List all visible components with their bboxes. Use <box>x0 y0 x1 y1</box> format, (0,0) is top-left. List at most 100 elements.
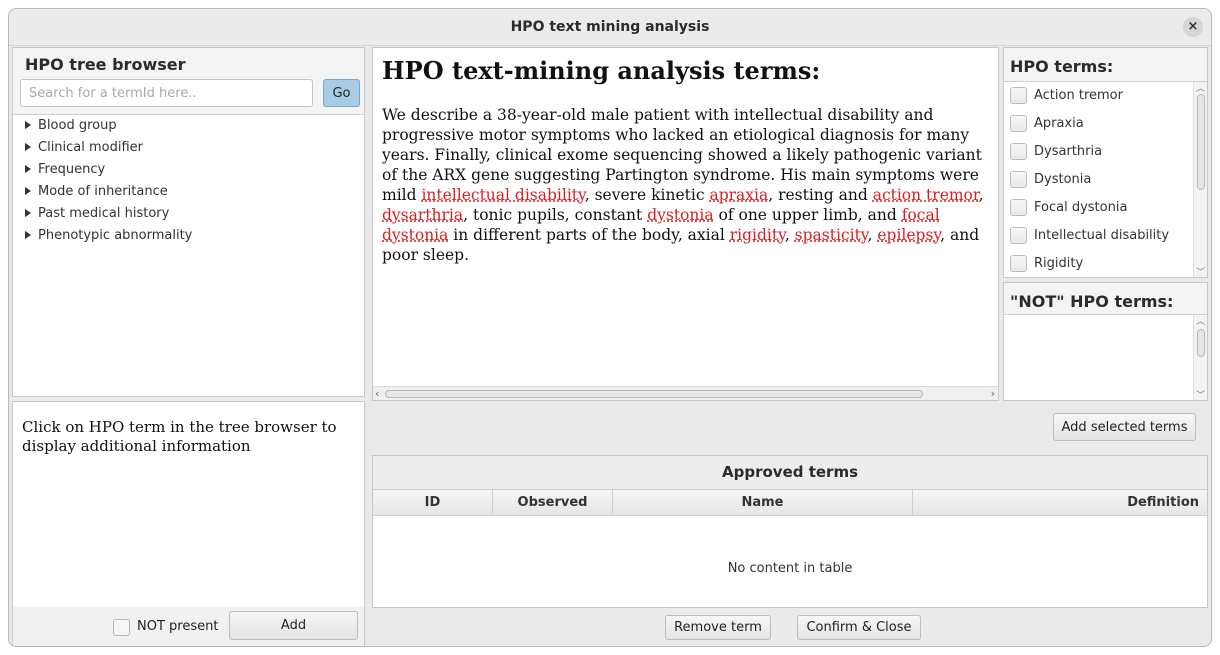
tree-list: Blood group Clinical modifier Frequency … <box>13 114 364 396</box>
term-label: Action tremor <box>1034 88 1123 103</box>
term-info-text: Click on HPO term in the tree browser to… <box>22 418 337 455</box>
scroll-down-icon[interactable]: ﹀ <box>1196 265 1205 277</box>
text-segment: , severe kinetic <box>584 186 710 204</box>
scroll-thumb[interactable] <box>1197 329 1205 357</box>
add-button[interactable]: Add <box>229 611 358 640</box>
table-header: ID Observed Name Definition <box>373 489 1207 516</box>
list-item[interactable]: Dystonia <box>1004 166 1207 194</box>
tree-item-phenotypic-abnormality[interactable]: Phenotypic abnormality <box>13 225 364 247</box>
term-label: Rigidity <box>1034 256 1084 271</box>
column-header-definition[interactable]: Definition <box>913 490 1207 515</box>
expand-arrow-icon[interactable] <box>25 121 31 129</box>
not-hpo-terms-title: "NOT" HPO terms: <box>1010 292 1174 311</box>
tree-browser-panel: HPO tree browser Go Blood group Clinical… <box>12 47 365 397</box>
tree-item-frequency[interactable]: Frequency <box>13 159 364 181</box>
expand-arrow-icon[interactable] <box>25 231 31 239</box>
hpo-terms-title: HPO terms: <box>1010 57 1114 76</box>
list-item[interactable]: Intellectual disability <box>1004 222 1207 250</box>
text-segment: of one upper limb, and <box>713 206 902 224</box>
tree-item-past-medical-history[interactable]: Past medical history <box>13 203 364 225</box>
tree-item-label: Mode of inheritance <box>38 184 168 199</box>
term-checkbox[interactable] <box>1010 171 1027 188</box>
not-present-checkbox[interactable] <box>113 619 130 636</box>
text-segment: , <box>784 226 795 244</box>
info-footer: NOT present Add <box>13 607 364 646</box>
expand-arrow-icon[interactable] <box>25 143 31 151</box>
list-item[interactable]: Rigidity <box>1004 250 1207 277</box>
text-segment: , <box>867 226 878 244</box>
vertical-scrollbar[interactable]: ︿ ﹀ <box>1193 82 1207 277</box>
expand-arrow-icon[interactable] <box>25 209 31 217</box>
term-label: Focal dystonia <box>1034 200 1128 215</box>
highlighted-term[interactable]: epilepsy <box>877 226 940 244</box>
highlighted-term[interactable]: apraxia <box>709 186 768 204</box>
tree-item-label: Blood group <box>38 118 117 133</box>
term-label: Dystonia <box>1034 172 1092 187</box>
vertical-scrollbar[interactable]: ︿ ﹀ <box>1193 314 1207 401</box>
highlighted-term[interactable]: dystonia <box>647 206 713 224</box>
search-input[interactable] <box>20 79 313 107</box>
table-empty-message: No content in table <box>727 561 853 576</box>
add-selected-terms-button[interactable]: Add selected terms <box>1053 413 1196 441</box>
term-label: Apraxia <box>1034 116 1084 131</box>
term-checkbox[interactable] <box>1010 227 1027 244</box>
scroll-up-icon[interactable]: ︿ <box>1196 82 1205 94</box>
term-checkbox[interactable] <box>1010 199 1027 216</box>
not-hpo-terms-panel: "NOT" HPO terms: ︿ ﹀ <box>1003 282 1208 401</box>
highlighted-term[interactable]: rigidity <box>730 226 785 244</box>
approved-terms-panel: Approved terms ID Observed Name Definiti… <box>372 455 1208 608</box>
highlighted-term[interactable]: action tremor <box>873 186 979 204</box>
scroll-right-icon[interactable]: › <box>991 387 995 401</box>
column-header-observed[interactable]: Observed <box>493 490 613 515</box>
scroll-down-icon[interactable]: ﹀ <box>1196 388 1205 401</box>
term-label: Dysarthria <box>1034 144 1103 159</box>
expand-arrow-icon[interactable] <box>25 187 31 195</box>
dialog-footer: Remove term Confirm & Close <box>372 610 1208 646</box>
text-segment: , resting and <box>768 186 873 204</box>
analysis-title: HPO text-mining analysis terms: <box>382 56 821 85</box>
hpo-terms-panel: HPO terms: Action tremor Apraxia Dysarth… <box>1003 47 1208 278</box>
term-checkbox[interactable] <box>1010 115 1027 132</box>
column-header-name[interactable]: Name <box>613 490 913 515</box>
hpo-terms-list: Action tremor Apraxia Dysarthria Dystoni… <box>1004 81 1207 277</box>
tree-item-label: Frequency <box>38 162 106 177</box>
go-button[interactable]: Go <box>323 79 360 107</box>
horizontal-scrollbar[interactable]: ‹ › <box>373 386 998 400</box>
tree-browser-title: HPO tree browser <box>25 55 186 74</box>
tree-item-label: Phenotypic abnormality <box>38 228 193 243</box>
confirm-close-button[interactable]: Confirm & Close <box>797 615 921 640</box>
column-header-id[interactable]: ID <box>373 490 493 515</box>
text-segment: , tonic pupils, constant <box>463 206 648 224</box>
list-item[interactable]: Dysarthria <box>1004 138 1207 166</box>
expand-arrow-icon[interactable] <box>25 165 31 173</box>
approved-terms-title: Approved terms <box>373 456 1207 489</box>
not-present-label: NOT present <box>137 619 219 634</box>
highlighted-term[interactable]: intellectual disability <box>421 186 584 204</box>
analysis-text-panel: HPO text-mining analysis terms: We descr… <box>372 47 999 401</box>
scroll-up-icon[interactable]: ︿ <box>1196 314 1205 327</box>
list-item[interactable]: Focal dystonia <box>1004 194 1207 222</box>
title-bar: HPO text mining analysis × <box>9 9 1211 46</box>
tree-item-label: Past medical history <box>38 206 170 221</box>
scroll-thumb[interactable] <box>385 390 923 398</box>
tree-item-blood-group[interactable]: Blood group <box>13 115 364 137</box>
term-checkbox[interactable] <box>1010 255 1027 272</box>
list-item[interactable]: Apraxia <box>1004 110 1207 138</box>
term-checkbox[interactable] <box>1010 87 1027 104</box>
close-icon[interactable]: × <box>1183 17 1203 37</box>
tree-item-clinical-modifier[interactable]: Clinical modifier <box>13 137 364 159</box>
list-item[interactable]: Action tremor <box>1004 82 1207 110</box>
scroll-thumb[interactable] <box>1197 94 1205 190</box>
tree-item-label: Clinical modifier <box>38 140 144 155</box>
term-checkbox[interactable] <box>1010 143 1027 160</box>
not-hpo-terms-list: ︿ ﹀ <box>1004 314 1207 401</box>
main-window: HPO text mining analysis × HPO tree brow… <box>8 8 1212 647</box>
text-segment: in different parts of the body, axial <box>448 226 730 244</box>
text-segment: , <box>978 186 984 204</box>
highlighted-term[interactable]: spasticity <box>795 226 868 244</box>
term-info-panel: Click on HPO term in the tree browser to… <box>12 401 365 646</box>
scroll-left-icon[interactable]: ‹ <box>375 387 379 401</box>
highlighted-term[interactable]: dysarthria <box>382 206 463 224</box>
tree-item-mode-of-inheritance[interactable]: Mode of inheritance <box>13 181 364 203</box>
remove-term-button[interactable]: Remove term <box>665 615 771 640</box>
